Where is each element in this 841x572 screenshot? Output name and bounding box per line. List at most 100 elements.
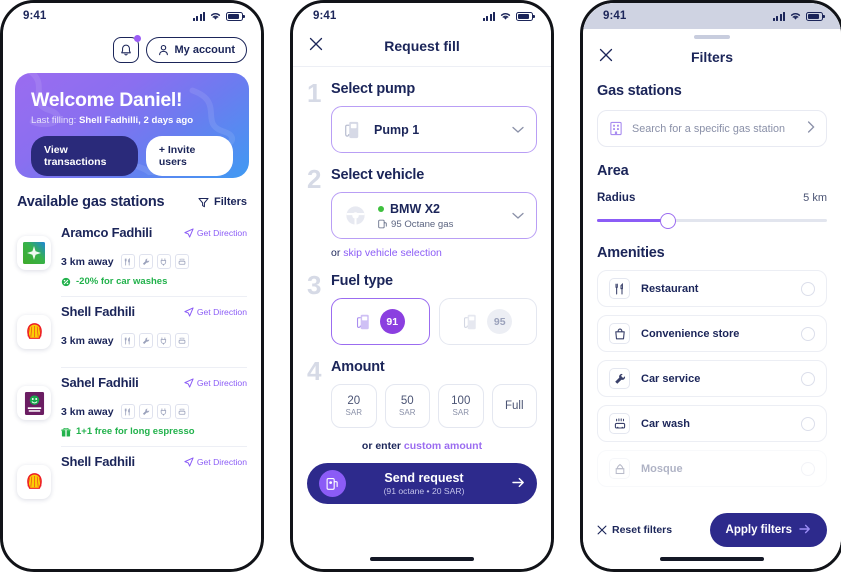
amenity-option-car-wash[interactable]: Car wash — [597, 405, 827, 442]
get-direction-label: Get Direction — [196, 227, 247, 238]
gift-icon — [61, 427, 71, 436]
sahel-logo — [17, 386, 51, 420]
list-item[interactable]: Shell Fadhili Get Direction — [3, 447, 261, 499]
amenity-radio[interactable] — [801, 416, 815, 431]
apply-filters-label: Apply filters — [725, 524, 792, 536]
amenity-label: Restaurant — [641, 282, 699, 295]
reset-filters-button[interactable]: Reset filters — [597, 524, 672, 536]
my-account-button[interactable]: My account — [146, 37, 247, 63]
status-bar-time: 9:41 — [313, 10, 337, 22]
amount-option-50[interactable]: 50 SAR — [384, 384, 430, 428]
shell-logo — [17, 465, 51, 499]
radius-slider[interactable] — [597, 213, 827, 229]
station-amenities — [120, 333, 189, 348]
custom-amount-prefix: or enter — [361, 440, 404, 452]
custom-amount-link[interactable]: custom amount — [404, 440, 482, 452]
list-item[interactable]: Sahel Fadhili Get Direction 3 km away 1+… — [3, 368, 261, 446]
carwash-icon — [174, 333, 189, 348]
status-bar-time: 9:41 — [603, 10, 627, 22]
phone-request-fill-screen: 9:41 Request fill 1 Select pump Pump 1 2… — [290, 0, 554, 572]
view-transactions-button[interactable]: View transactions — [31, 136, 138, 176]
station-name: Shell Fadhili — [61, 454, 135, 469]
slider-fill — [597, 219, 669, 223]
welcome-greeting: Welcome Daniel! — [31, 89, 183, 111]
mosque-icon — [609, 458, 630, 479]
filters-button[interactable]: Filters — [198, 196, 247, 208]
amenity-option-convenience-store[interactable]: Convenience store — [597, 315, 827, 352]
wrench-icon — [138, 254, 153, 269]
sahel-logo-icon — [24, 391, 44, 415]
amenities-heading: Amenities — [597, 245, 665, 261]
skip-vehicle-row: or skip vehicle selection — [331, 247, 537, 259]
get-direction-label: Get Direction — [196, 456, 247, 467]
get-direction-button[interactable]: Get Direction — [184, 307, 247, 317]
fuel-type-option-95[interactable]: 95 — [438, 298, 537, 345]
last-filling-value: Shell Fadhilli, 2 days ago — [79, 115, 194, 126]
wifi-icon — [790, 13, 801, 20]
amount-option-20[interactable]: 20 SAR — [331, 384, 377, 428]
building-icon — [610, 121, 622, 136]
pump-select[interactable]: Pump 1 — [331, 106, 537, 153]
fuel-pump-icon — [356, 314, 369, 329]
navigation-arrow-icon — [184, 377, 194, 388]
station-name: Shell Fadhili — [61, 304, 135, 319]
get-direction-button[interactable]: Get Direction — [184, 228, 247, 238]
vehicle-fuel-row: 95 Octane gas — [378, 219, 453, 230]
amenity-label: Car wash — [641, 417, 690, 430]
get-direction-label: Get Direction — [196, 306, 247, 317]
ev-plug-icon — [156, 254, 171, 269]
carwash-icon — [174, 404, 189, 419]
amount-value: 20 — [347, 395, 361, 407]
apply-filters-button[interactable]: Apply filters — [709, 513, 827, 547]
amount-option-full[interactable]: Full — [491, 384, 537, 428]
station-distance: 3 km away — [61, 255, 114, 268]
custom-amount-row: or enter custom amount — [293, 440, 551, 452]
amenity-label: Convenience store — [641, 327, 740, 340]
close-icon — [597, 525, 607, 535]
station-promo-text: 1+1 free for long espresso — [76, 426, 195, 437]
wrench-icon — [138, 333, 153, 348]
get-direction-button[interactable]: Get Direction — [184, 457, 247, 467]
list-item[interactable]: Aramco Fadhili Get Direction 3 km away -… — [3, 218, 261, 296]
amenity-option-restaurant[interactable]: Restaurant — [597, 270, 827, 307]
step-title: Select pump — [331, 81, 416, 97]
amount-value: 100 — [451, 395, 471, 407]
radius-label: Radius — [597, 192, 636, 204]
aramco-logo-icon — [23, 242, 45, 264]
fuel-pump-icon — [345, 121, 359, 138]
available-gas-stations-title: Available gas stations — [17, 194, 165, 210]
ev-plug-icon — [156, 404, 171, 419]
phone-filters-screen: 9:41 Filters Gas stations Search for a s… — [580, 0, 841, 572]
fuel-type-option-91[interactable]: 91 — [331, 298, 430, 345]
discount-icon — [61, 277, 71, 286]
amenity-radio[interactable] — [801, 281, 815, 296]
home-indicator — [370, 557, 474, 561]
aramco-logo — [17, 236, 51, 270]
invite-users-button[interactable]: + Invite users — [145, 136, 233, 176]
station-promo-text: -20% for car washes — [76, 276, 168, 287]
notifications-button[interactable] — [113, 35, 142, 63]
search-gas-station-input[interactable]: Search for a specific gas station — [597, 110, 827, 147]
slider-thumb[interactable] — [660, 213, 677, 229]
amenity-radio[interactable] — [801, 371, 815, 386]
battery-icon — [226, 11, 245, 21]
amenity-radio[interactable] — [801, 326, 815, 341]
notification-badge-dot — [134, 35, 142, 42]
bell-icon — [121, 44, 132, 55]
chevron-right-icon — [807, 120, 815, 138]
send-request-button[interactable]: Send request (91 octane • 20 SAR) — [307, 463, 537, 504]
amenity-radio[interactable] — [801, 461, 815, 476]
amenity-option-mosque[interactable]: Mosque — [597, 450, 827, 487]
amount-option-100[interactable]: 100 SAR — [438, 384, 484, 428]
get-direction-button[interactable]: Get Direction — [184, 378, 247, 388]
send-request-detail: (91 octane • 20 SAR) — [383, 486, 465, 496]
phone-home-screen: 9:41 My account Welcome Daniel! Last fil… — [0, 0, 264, 572]
amenity-option-car-service[interactable]: Car service — [597, 360, 827, 397]
skip-vehicle-link[interactable]: skip vehicle selection — [343, 247, 442, 259]
list-item[interactable]: Shell Fadhili Get Direction 3 km away — [3, 297, 261, 357]
restaurant-icon — [120, 254, 135, 269]
arrow-right-icon — [512, 477, 525, 491]
vehicle-select[interactable]: BMW X2 95 Octane gas — [331, 192, 537, 239]
page-title: Request fill — [384, 37, 460, 54]
chevron-down-icon — [512, 123, 524, 137]
